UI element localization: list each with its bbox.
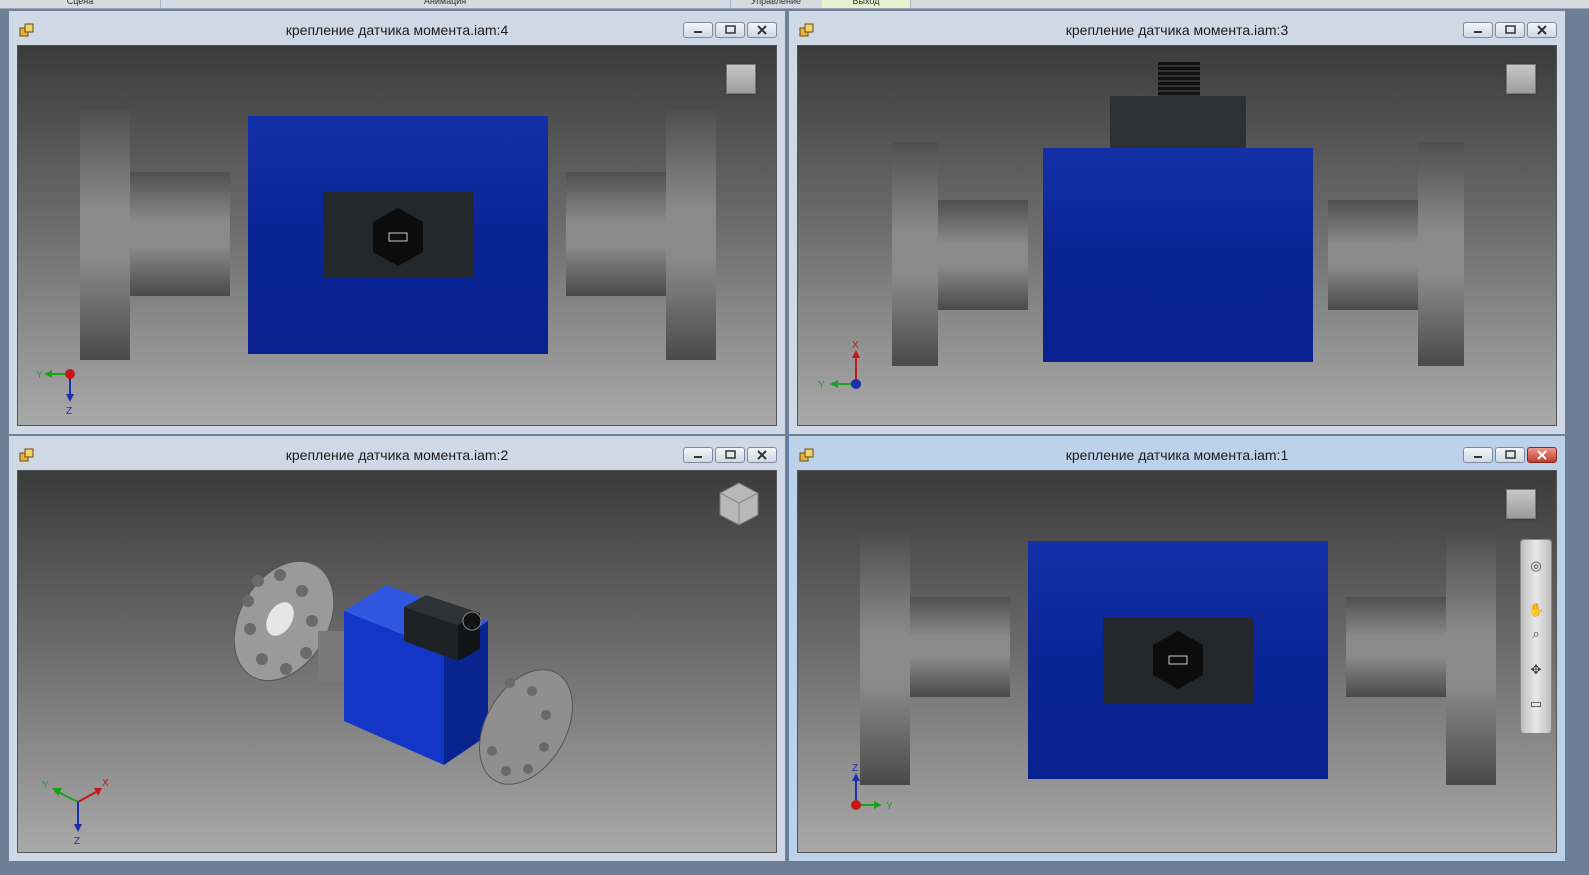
restore-icon	[725, 25, 736, 34]
window-title: крепление датчика момента.iam:4	[285, 22, 509, 38]
window-title: крепление датчика момента.iam:3	[1065, 22, 1289, 38]
flange-left	[80, 110, 130, 360]
axis-label-x: X	[102, 778, 109, 789]
window-title: крепление датчика момента.iam:2	[285, 447, 509, 463]
flange-left	[892, 142, 938, 366]
navigation-bar[interactable]: ◎ ✋ ⌕ ✥ ▭	[1520, 539, 1552, 734]
3d-viewport[interactable]: Y X Z	[17, 470, 777, 853]
restore-button[interactable]	[715, 22, 745, 38]
axis-triad-icon: Z Y	[851, 763, 893, 812]
minimize-button[interactable]	[1463, 22, 1493, 38]
close-icon	[1537, 25, 1547, 35]
minimize-icon	[1474, 31, 1482, 33]
flange-right	[1446, 535, 1496, 785]
hub-left	[938, 200, 1028, 310]
hub-right	[1328, 200, 1418, 310]
sensor-body	[1043, 148, 1313, 362]
restore-button[interactable]	[1495, 447, 1525, 463]
minimize-button[interactable]	[1463, 447, 1493, 463]
viewcube-icon[interactable]	[1506, 489, 1536, 519]
minimize-icon	[1474, 456, 1482, 458]
flange-right	[1418, 142, 1464, 366]
flange-left	[860, 535, 910, 785]
close-button[interactable]	[747, 447, 777, 463]
axis-label-z: Z	[66, 406, 72, 417]
viewport-window-1[interactable]: крепление датчика момента.iam:1 ◎ ✋ ⌕ ✥ …	[788, 435, 1566, 862]
minimize-icon	[694, 31, 702, 33]
axis-triad-icon: X Y	[818, 340, 861, 391]
close-button[interactable]	[1527, 447, 1557, 463]
viewport-window-2[interactable]: крепление датчика момента.iam:2 Y X Z	[8, 435, 786, 862]
viewport-window-3[interactable]: крепление датчика момента.iam:3 X Y	[788, 10, 1566, 435]
flange-right	[666, 110, 716, 360]
window-titlebar[interactable]: крепление датчика момента.iam:4	[9, 11, 785, 45]
3d-viewport[interactable]: Y Z	[17, 45, 777, 426]
minimize-icon	[694, 456, 702, 458]
axis-label-y: Y	[36, 370, 43, 381]
window-title: крепление датчика момента.iam:1	[1065, 447, 1289, 463]
3d-viewport[interactable]: ◎ ✋ ⌕ ✥ ▭ Z Y	[797, 470, 1557, 853]
ribbon: Сцена Анимация Управление Выход	[0, 0, 1589, 9]
close-icon	[757, 450, 767, 460]
close-icon	[1537, 450, 1547, 460]
restore-icon	[1505, 450, 1516, 459]
restore-icon	[1505, 25, 1516, 34]
close-icon	[757, 25, 767, 35]
hub-left	[910, 597, 1010, 697]
connector-thread	[1158, 62, 1200, 96]
window-titlebar[interactable]: крепление датчика момента.iam:3	[789, 11, 1565, 45]
minimize-button[interactable]	[683, 447, 713, 463]
restore-icon	[725, 450, 736, 459]
ribbon-tab-animation[interactable]: Анимация	[160, 0, 731, 8]
minimize-button[interactable]	[683, 22, 713, 38]
ribbon-tab-exit[interactable]: Выход	[822, 0, 911, 8]
ribbon-tab-scene[interactable]: Сцена	[0, 0, 161, 8]
axis-label-y: Y	[42, 780, 49, 791]
axis-label-z: Z	[74, 836, 80, 847]
steering-wheel-icon[interactable]: ◎	[1528, 558, 1544, 574]
restore-button[interactable]	[715, 447, 745, 463]
pan-icon[interactable]: ✋	[1528, 602, 1544, 618]
connector-hex	[373, 208, 423, 266]
orbit-icon[interactable]: ✥	[1528, 662, 1544, 678]
window-titlebar[interactable]: крепление датчика момента.iam:2	[9, 436, 785, 470]
close-button[interactable]	[1527, 22, 1557, 38]
axis-triad-icon: Y X Z	[42, 778, 109, 847]
connector-hex	[1153, 631, 1203, 689]
hub-right	[566, 172, 666, 296]
viewcube-icon[interactable]	[726, 64, 756, 94]
hub-right	[1346, 597, 1446, 697]
hub-left	[130, 172, 230, 296]
axis-label-x: X	[852, 340, 859, 351]
axis-triad-icon: Y Z	[36, 369, 75, 417]
close-button[interactable]	[747, 22, 777, 38]
restore-button[interactable]	[1495, 22, 1525, 38]
axis-label-y: Y	[818, 380, 825, 391]
window-titlebar[interactable]: крепление датчика момента.iam:1	[789, 436, 1565, 470]
zoom-icon[interactable]: ⌕	[1528, 626, 1544, 642]
axis-label-z: Z	[852, 763, 858, 774]
ribbon-tab-manage[interactable]: Управление	[730, 0, 823, 8]
look-icon[interactable]: ▭	[1528, 696, 1544, 712]
iso-assembly	[233, 560, 573, 785]
3d-viewport[interactable]: X Y	[797, 45, 1557, 426]
connector-housing	[1110, 96, 1246, 156]
viewcube-icon[interactable]	[1506, 64, 1536, 94]
axis-label-y: Y	[886, 801, 893, 812]
viewcube-iso-icon[interactable]	[718, 481, 760, 526]
viewport-window-4[interactable]: крепление датчика момента.iam:4 Y Z	[8, 10, 786, 435]
